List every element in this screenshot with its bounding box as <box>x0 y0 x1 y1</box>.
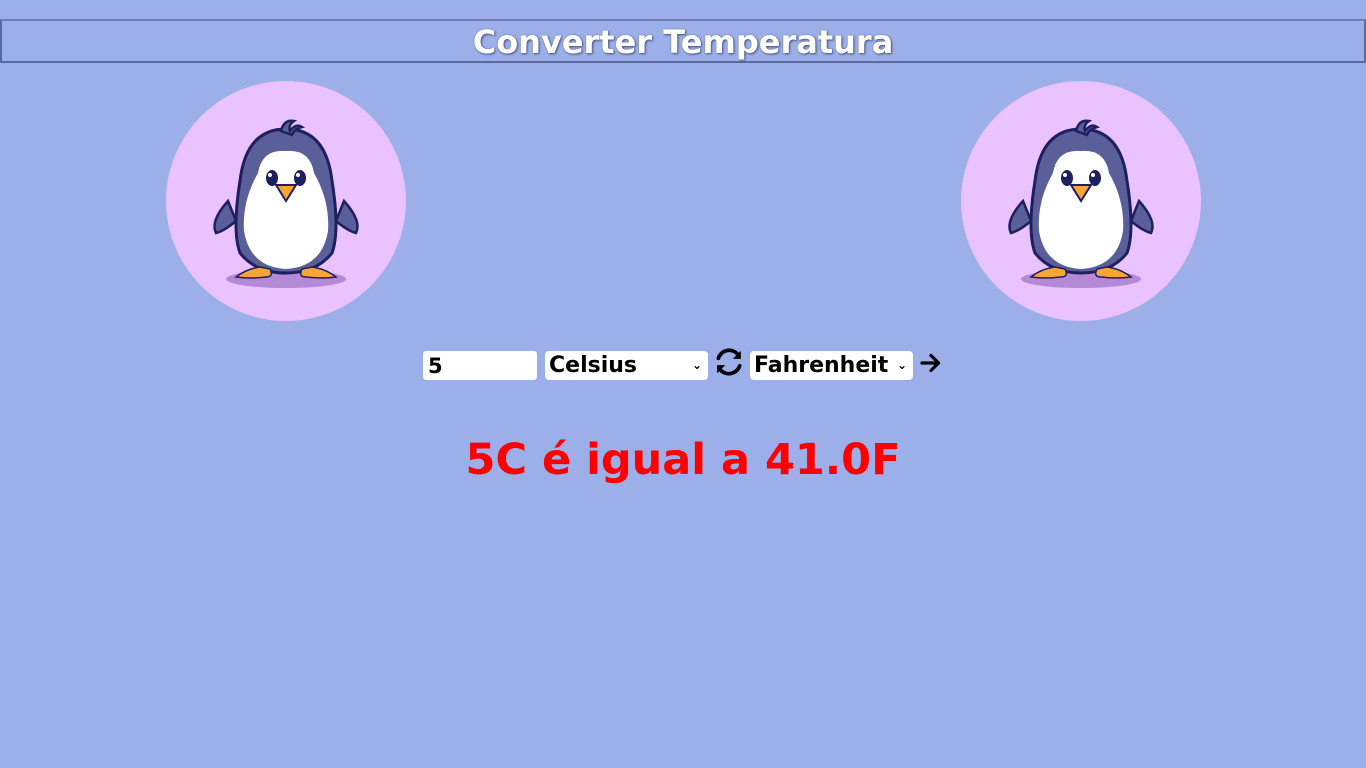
penguin-icon <box>213 119 359 288</box>
penguin-image-left <box>166 81 406 321</box>
page-title: Converter Temperatura <box>472 23 894 61</box>
to-unit-value: Fahrenheit <box>754 353 889 378</box>
refresh-icon[interactable] <box>714 347 744 377</box>
from-unit-select[interactable]: Celsius ⌄ <box>545 351 708 380</box>
converter-controls: Celsius ⌄ Fahrenheit ⌄ <box>0 347 1366 383</box>
to-unit-select[interactable]: Fahrenheit ⌄ <box>750 351 913 380</box>
temperature-input[interactable] <box>423 351 537 380</box>
chevron-down-icon: ⌄ <box>896 358 907 372</box>
chevron-down-icon: ⌄ <box>691 358 702 372</box>
from-unit-value: Celsius <box>549 353 637 378</box>
penguin-icon <box>1008 119 1154 288</box>
penguin-image-right <box>961 81 1201 321</box>
conversion-result: 5C é igual a 41.0F <box>465 435 901 485</box>
arrow-right-icon[interactable] <box>919 351 943 375</box>
page-header: Converter Temperatura <box>0 19 1366 63</box>
